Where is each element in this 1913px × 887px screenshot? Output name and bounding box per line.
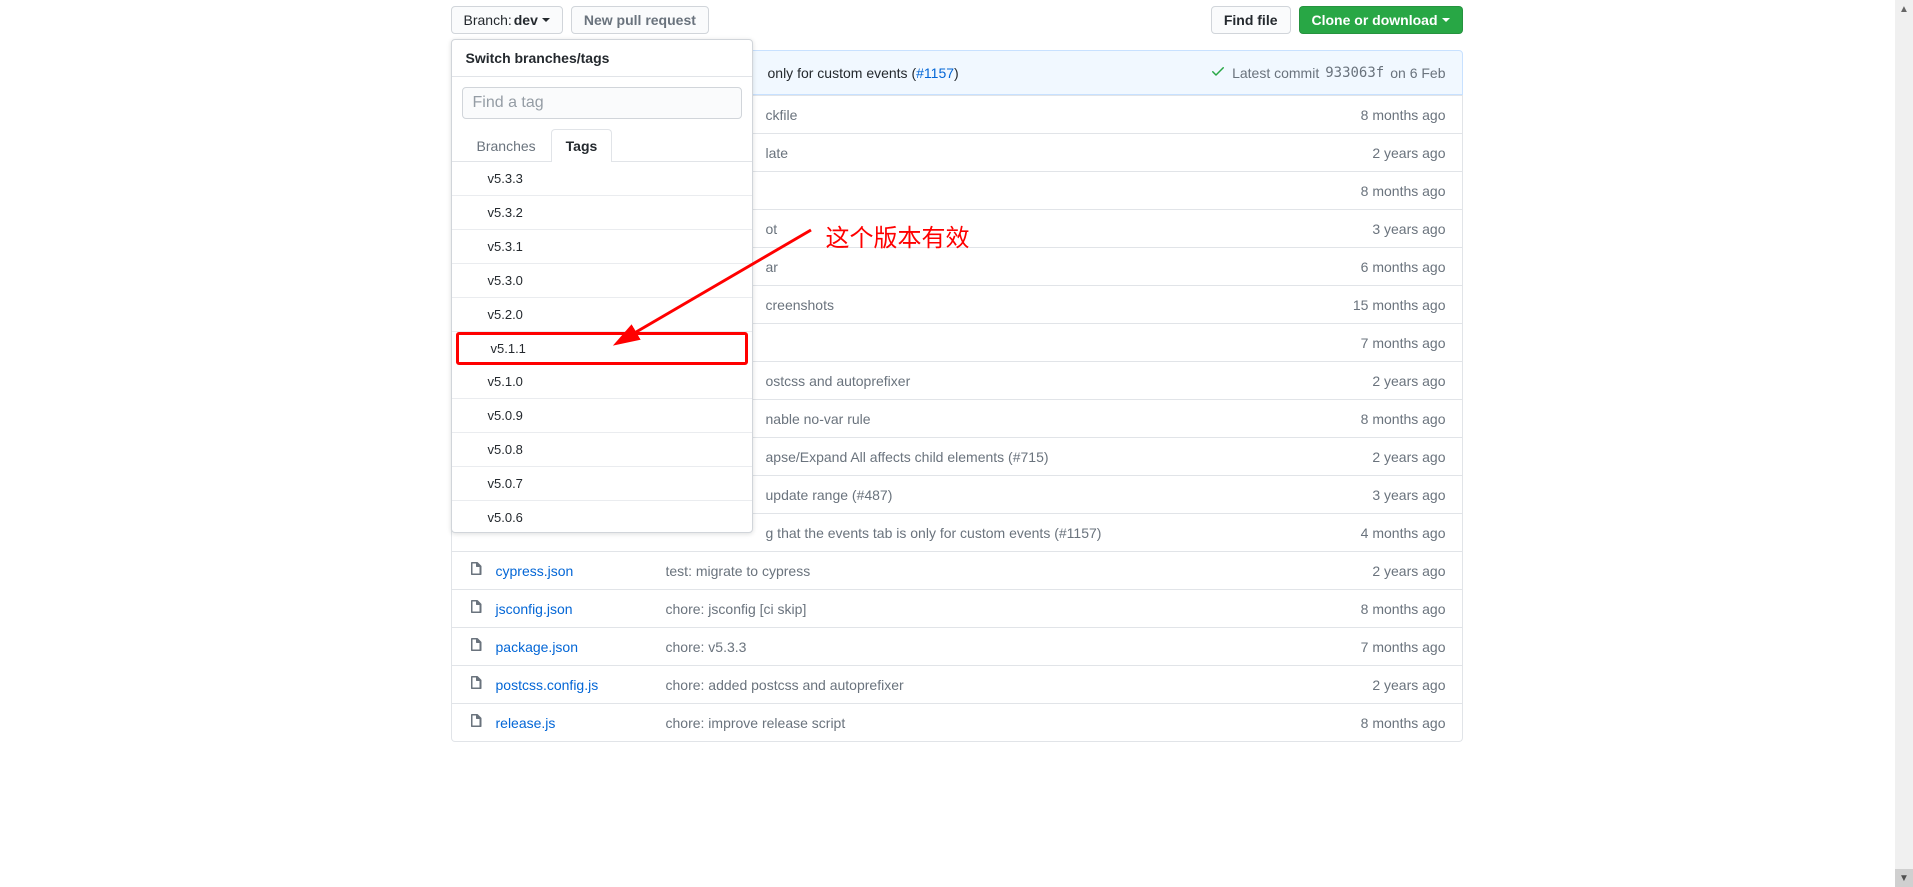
commit-msg-text: only for custom events (: [768, 65, 917, 81]
file-row: jsconfig.jsonchore: jsconfig [ci skip]8 …: [452, 589, 1462, 627]
file-time: 2 years ago: [1306, 563, 1446, 579]
file-name[interactable]: jsconfig.json: [496, 601, 666, 617]
file-commit-msg[interactable]: ot: [666, 221, 1306, 237]
tag-item[interactable]: v5.2.0: [452, 298, 752, 332]
file-time: 8 months ago: [1306, 107, 1446, 123]
clone-label: Clone or download: [1312, 12, 1438, 28]
annotation-text: 这个版本有效: [826, 218, 970, 253]
tag-item[interactable]: v5.1.0: [452, 365, 752, 399]
tag-item[interactable]: v5.1.1: [456, 332, 748, 365]
tag-item[interactable]: v5.3.3: [452, 162, 752, 196]
file-commit-msg[interactable]: test: migrate to cypress: [666, 563, 1306, 579]
file-commit-msg[interactable]: chore: v5.3.3: [666, 639, 1306, 655]
tag-item[interactable]: v5.0.8: [452, 433, 752, 467]
file-commit-msg[interactable]: ostcss and autoprefixer: [666, 373, 1306, 389]
file-time: 2 years ago: [1306, 677, 1446, 693]
dropdown-header: Switch branches/tags: [452, 40, 752, 77]
file-commit-msg[interactable]: chore: jsconfig [ci skip]: [666, 601, 1306, 617]
new-pull-request-button[interactable]: New pull request: [571, 6, 709, 34]
file-time: 8 months ago: [1306, 183, 1446, 199]
file-commit-msg[interactable]: g that the events tab is only for custom…: [666, 525, 1306, 541]
file-commit-msg[interactable]: update range (#487): [666, 487, 1306, 503]
caret-down-icon: [542, 18, 550, 22]
file-row: postcss.config.jschore: added postcss an…: [452, 665, 1462, 703]
file-commit-msg[interactable]: nable no-var rule: [666, 411, 1306, 427]
tag-search-input[interactable]: [462, 87, 742, 119]
file-time: 6 months ago: [1306, 259, 1446, 275]
tab-branches[interactable]: Branches: [462, 129, 551, 162]
file-commit-msg[interactable]: apse/Expand All affects child elements (…: [666, 449, 1306, 465]
tab-tags[interactable]: Tags: [551, 129, 613, 162]
commit-sha[interactable]: 933063f: [1325, 65, 1384, 81]
clone-download-button[interactable]: Clone or download: [1299, 6, 1463, 34]
file-commit-msg[interactable]: late: [666, 145, 1306, 161]
branch-name: dev: [514, 12, 538, 28]
tag-item[interactable]: v5.0.7: [452, 467, 752, 501]
check-icon: [1210, 63, 1226, 82]
file-time: 8 months ago: [1306, 411, 1446, 427]
file-time: 2 years ago: [1306, 145, 1446, 161]
tag-item[interactable]: v5.3.2: [452, 196, 752, 230]
file-commit-msg[interactable]: chore: added postcss and autoprefixer: [666, 677, 1306, 693]
file-icon: [468, 637, 484, 656]
commit-date: on 6 Feb: [1390, 65, 1445, 81]
file-row: cypress.jsontest: migrate to cypress2 ye…: [452, 551, 1462, 589]
tag-item[interactable]: v5.0.9: [452, 399, 752, 433]
file-commit-msg[interactable]: ckfile: [666, 107, 1306, 123]
tag-item[interactable]: v5.3.1: [452, 230, 752, 264]
tag-item[interactable]: v5.0.6: [452, 501, 752, 532]
file-time: 7 months ago: [1306, 639, 1446, 655]
file-icon: [468, 599, 484, 618]
file-name[interactable]: postcss.config.js: [496, 677, 666, 693]
file-name[interactable]: cypress.json: [496, 563, 666, 579]
file-row: package.jsonchore: v5.3.37 months ago: [452, 627, 1462, 665]
file-commit-msg[interactable]: creenshots: [666, 297, 1306, 313]
commit-issue-link[interactable]: #1157: [916, 65, 954, 81]
latest-commit-label: Latest commit: [1232, 65, 1319, 81]
branch-select-button[interactable]: Branch: dev: [451, 6, 563, 34]
file-time: 3 years ago: [1306, 221, 1446, 237]
scroll-down-icon[interactable]: ▼: [1895, 869, 1913, 887]
scroll-up-icon[interactable]: ▲: [1895, 0, 1913, 18]
file-time: 2 years ago: [1306, 373, 1446, 389]
tag-item[interactable]: v5.3.0: [452, 264, 752, 298]
caret-down-icon: [1442, 18, 1450, 22]
file-time: 3 years ago: [1306, 487, 1446, 503]
file-name[interactable]: release.js: [496, 715, 666, 731]
file-time: 7 months ago: [1306, 335, 1446, 351]
commit-msg-suffix: ): [954, 65, 959, 81]
file-time: 8 months ago: [1306, 715, 1446, 731]
file-commit-msg[interactable]: ar: [666, 259, 1306, 275]
branch-label: Branch:: [464, 12, 512, 28]
file-icon: [468, 713, 484, 732]
file-name[interactable]: package.json: [496, 639, 666, 655]
file-icon: [468, 675, 484, 694]
file-time: 4 months ago: [1306, 525, 1446, 541]
dropdown-items-list[interactable]: v5.3.3v5.3.2v5.3.1v5.3.0v5.2.0v5.1.1v5.1…: [452, 162, 752, 532]
branch-tag-dropdown: Switch branches/tags Branches Tags v5.3.…: [451, 39, 753, 533]
find-file-button[interactable]: Find file: [1211, 6, 1291, 34]
file-time: 15 months ago: [1306, 297, 1446, 313]
file-icon: [468, 561, 484, 580]
file-time: 8 months ago: [1306, 601, 1446, 617]
page-scrollbar[interactable]: ▲ ▼: [1895, 0, 1913, 887]
file-time: 2 years ago: [1306, 449, 1446, 465]
file-row: release.jschore: improve release script8…: [452, 703, 1462, 741]
file-commit-msg[interactable]: chore: improve release script: [666, 715, 1306, 731]
